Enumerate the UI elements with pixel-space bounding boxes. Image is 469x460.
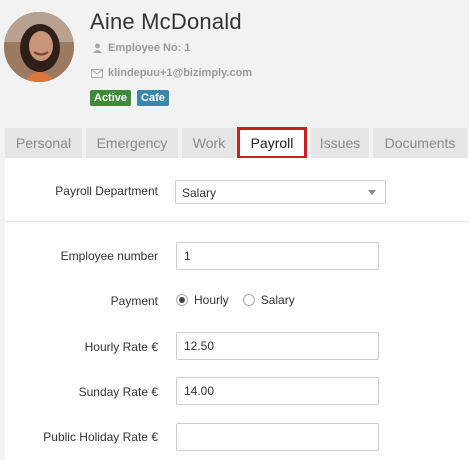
payment-radio-group: Hourly Salary [176,293,309,307]
employee-email: klindepuu+1@bizimply.com [90,67,252,79]
tab-issues[interactable]: Issues [311,128,369,158]
sunday-rate-field[interactable]: 14.00 [176,377,379,405]
payment-label: Payment [110,294,158,308]
payroll-department-label: Payroll Department [55,184,158,198]
employee-number-label: Employee number [60,249,158,263]
envelope-icon [90,67,104,79]
public-holiday-rate-field[interactable] [176,423,379,451]
public-holiday-rate-label: Public Holiday Rate € [43,430,158,444]
payroll-department-select[interactable]: Salary [175,180,386,204]
status-badges: Active Cafe [90,90,169,106]
tab-emergency[interactable]: Emergency [86,128,178,158]
status-badge-active: Active [90,90,132,106]
tab-bar: Personal Emergency Work Payroll Issues D… [0,127,469,159]
employee-number-field[interactable]: 1 [176,242,379,270]
employee-number: Employee No: 1 [90,42,191,54]
payment-salary-label: Salary [260,293,295,307]
payment-hourly-label: Hourly [194,293,229,307]
sunday-rate-label: Sunday Rate € [78,385,158,399]
location-badge-cafe: Cafe [137,90,169,106]
payment-hourly-radio[interactable] [176,294,188,306]
payment-salary-radio[interactable] [242,294,255,306]
tab-work[interactable]: Work [182,128,236,158]
chevron-down-icon [368,190,376,195]
employee-name: Aine McDonald [90,9,242,34]
section-divider [5,221,469,222]
tab-documents[interactable]: Documents [373,128,467,158]
hourly-rate-field[interactable]: 12.50 [176,332,379,360]
avatar [4,12,74,82]
user-icon [90,42,104,54]
profile-header: Aine McDonald Employee No: 1 klindepuu+1… [0,0,469,128]
hourly-rate-label: Hourly Rate € [84,340,158,354]
tab-personal[interactable]: Personal [5,128,82,158]
tab-payroll[interactable]: Payroll [237,127,307,159]
